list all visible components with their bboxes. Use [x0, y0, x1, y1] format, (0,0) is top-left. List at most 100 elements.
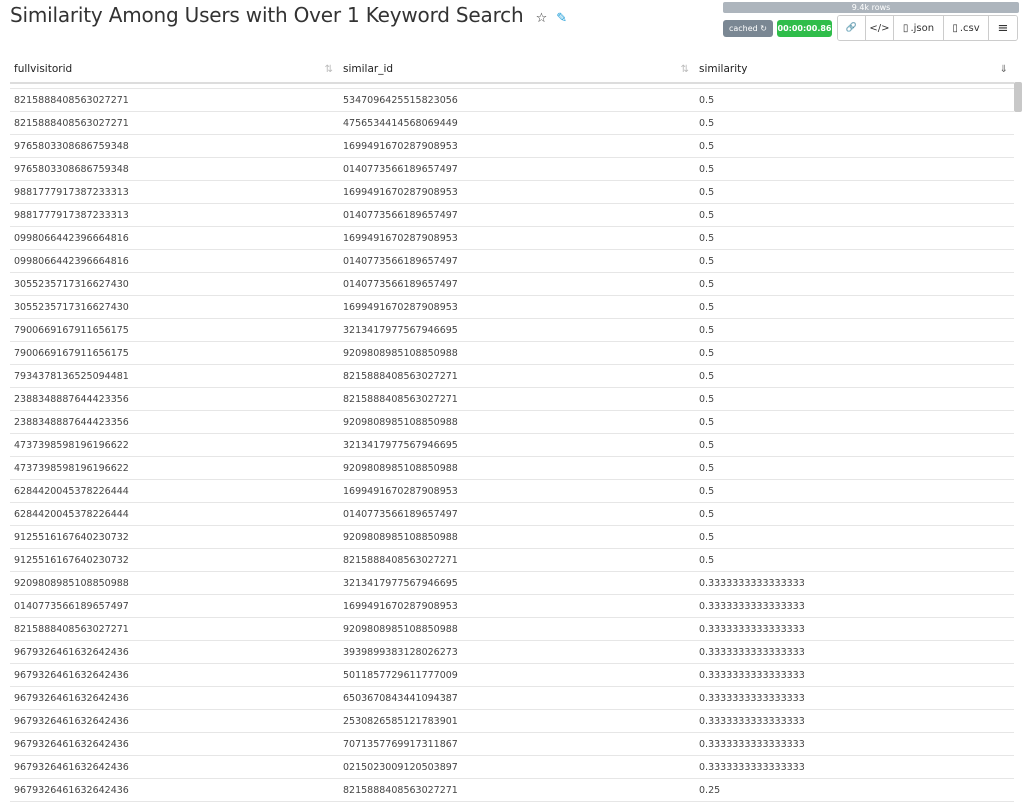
edit-icon[interactable]: ✎: [556, 11, 567, 26]
cell-fullvisitorid: 9679326461632642436: [10, 732, 339, 756]
cell-fullvisitorid: 7934378136525094481: [10, 364, 339, 388]
table-row: 7934378136525094481 8215888408563027271 0.…: [10, 364, 1014, 388]
cell-fullvisitorid: 0998066442396664816: [10, 249, 339, 273]
export-json-button[interactable]: ▯ .json: [894, 16, 944, 40]
query-time-badge: 00:00:00.86: [777, 20, 832, 37]
table-row: 8215888408563027271 5347096425515823056 0.…: [10, 88, 1014, 112]
cell-similar-id: 3213417977567946695: [339, 433, 695, 457]
table-row: 9765803308686759348 0140773566189657497 0.…: [10, 157, 1014, 181]
sort-icon[interactable]: ⇅: [681, 64, 689, 75]
table-row: 9679326461632642436 3939899383128026273 0.…: [10, 640, 1014, 664]
cell-fullvisitorid: 6284420045378226444: [10, 479, 339, 503]
export-toolbar: 🔗 </> ▯ .json ▯ .csv ≡: [837, 15, 1018, 41]
menu-button[interactable]: ≡: [989, 16, 1017, 40]
table-row: 8215888408563027271 4756534414568069449 0.…: [10, 111, 1014, 135]
cell-fullvisitorid: 8215888408563027271: [10, 617, 339, 641]
table-row: 6284420045378226444 0140773566189657497 0.…: [10, 502, 1014, 526]
table-row: 9679326461632642436 5011857729611777009 0.…: [10, 663, 1014, 687]
cell-similar-id: 5347096425515823056: [339, 88, 695, 112]
cell-fullvisitorid: 6284420045378226444: [10, 502, 339, 526]
table-row: 2388348887644423356 9209808985108850988 0.…: [10, 410, 1014, 434]
cell-similar-id: 6503670843441094387: [339, 686, 695, 710]
column-header-fullvisitorid[interactable]: fullvisitorid ⇅: [10, 56, 339, 84]
cell-similarity: 0.5: [695, 387, 1014, 411]
cell-fullvisitorid: 8215888408563027271: [10, 88, 339, 112]
cell-fullvisitorid: 9209808985108850988: [10, 571, 339, 595]
cell-similarity: 0.5: [695, 295, 1014, 319]
table-row: 0998066442396664816 0140773566189657497 0.…: [10, 249, 1014, 273]
embed-code-button[interactable]: </>: [866, 16, 894, 40]
cell-similarity: 0.3333333333333333: [695, 709, 1014, 733]
cell-similar-id: 1699491670287908953: [339, 295, 695, 319]
cell-similarity: 0.5: [695, 433, 1014, 457]
cell-similar-id: 3213417977567946695: [339, 571, 695, 595]
export-csv-label: .csv: [959, 22, 980, 34]
cell-fullvisitorid: 8215888408563027271: [10, 111, 339, 135]
page-title-text: Similarity Among Users with Over 1 Keywo…: [10, 3, 524, 27]
cell-similar-id: 9209808985108850988: [339, 341, 695, 365]
cell-similar-id: 8215888408563027271: [339, 778, 695, 802]
cell-similar-id: 3939899383128026273: [339, 640, 695, 664]
table-row: 7900669167911656175 9209808985108850988 0.…: [10, 341, 1014, 365]
column-header-label: similar_id: [343, 63, 394, 75]
cell-similar-id: 5011857729611777009: [339, 663, 695, 687]
cell-similar-id: 0140773566189657497: [339, 157, 695, 181]
cell-similar-id: 9209808985108850988: [339, 617, 695, 641]
cell-similar-id: 3213417977567946695: [339, 318, 695, 342]
cell-similarity: 0.3333333333333333: [695, 594, 1014, 618]
cell-fullvisitorid: 9765803308686759348: [10, 157, 339, 181]
cell-fullvisitorid: 9679326461632642436: [10, 755, 339, 779]
cell-similarity: 0.5: [695, 410, 1014, 434]
cell-fullvisitorid: 0998066442396664816: [10, 226, 339, 250]
cell-similar-id: 1699491670287908953: [339, 180, 695, 204]
column-header-label: fullvisitorid: [14, 63, 73, 75]
table-row: 3055235717316627430 0140773566189657497 0.…: [10, 272, 1014, 296]
cell-similarity: 0.3333333333333333: [695, 732, 1014, 756]
cell-similarity: 0.5: [695, 479, 1014, 503]
cell-similarity: 0.5: [695, 157, 1014, 181]
cell-similarity: 0.25: [695, 778, 1014, 802]
column-header-label: similarity: [699, 63, 748, 75]
cell-fullvisitorid: 9125516167640230732: [10, 525, 339, 549]
cell-similarity: 0.5: [695, 88, 1014, 112]
table-scrollbar[interactable]: [1014, 82, 1022, 112]
table-header-row: fullvisitorid ⇅ similar_id ⇅ similarity …: [10, 56, 1014, 84]
cell-similar-id: 0215023009120503897: [339, 755, 695, 779]
cell-fullvisitorid: 7900669167911656175: [10, 341, 339, 365]
row-count-badge: 9.4k rows: [723, 2, 1019, 13]
cell-similarity: 0.5: [695, 249, 1014, 273]
cell-fullvisitorid: 9679326461632642436: [10, 778, 339, 802]
cell-fullvisitorid: 3055235717316627430: [10, 295, 339, 319]
cell-similar-id: 1699491670287908953: [339, 479, 695, 503]
cell-similar-id: 9209808985108850988: [339, 525, 695, 549]
table-row: 9679326461632642436 7071357769917311867 0.…: [10, 732, 1014, 756]
star-icon[interactable]: ☆: [536, 11, 548, 26]
cell-fullvisitorid: 4737398598196196622: [10, 433, 339, 457]
cell-fullvisitorid: 9881777917387233313: [10, 180, 339, 204]
table-row: 9679326461632642436 8215888408563027271 0.…: [10, 778, 1014, 802]
header-bar: Similarity Among Users with Over 1 Keywo…: [0, 0, 1024, 44]
cell-similarity: 0.3333333333333333: [695, 686, 1014, 710]
sort-descending-icon[interactable]: ⇓: [1000, 64, 1008, 75]
cell-fullvisitorid: 2388348887644423356: [10, 387, 339, 411]
cell-fullvisitorid: 9765803308686759348: [10, 134, 339, 158]
table-row: 9125516167640230732 9209808985108850988 0.…: [10, 525, 1014, 549]
link-button[interactable]: 🔗: [838, 16, 866, 40]
sort-icon[interactable]: ⇅: [325, 64, 333, 75]
cell-similar-id: 1699491670287908953: [339, 134, 695, 158]
cached-badge[interactable]: cached ↻: [723, 20, 773, 37]
table-row: 7900669167911656175 3213417977567946695 0.…: [10, 318, 1014, 342]
cell-similarity: 0.5: [695, 456, 1014, 480]
cell-similarity: 0.5: [695, 180, 1014, 204]
code-icon: </>: [869, 22, 890, 34]
cell-similarity: 0.5: [695, 318, 1014, 342]
column-header-similar-id[interactable]: similar_id ⇅: [339, 56, 695, 84]
cell-similarity: 0.3333333333333333: [695, 755, 1014, 779]
link-icon: 🔗: [845, 23, 858, 33]
cell-similarity: 0.3333333333333333: [695, 663, 1014, 687]
cell-similar-id: 0140773566189657497: [339, 249, 695, 273]
export-csv-button[interactable]: ▯ .csv: [944, 16, 989, 40]
cell-fullvisitorid: 2388348887644423356: [10, 410, 339, 434]
column-header-similarity[interactable]: similarity ⇓: [695, 56, 1014, 84]
cell-similarity: 0.5: [695, 272, 1014, 296]
